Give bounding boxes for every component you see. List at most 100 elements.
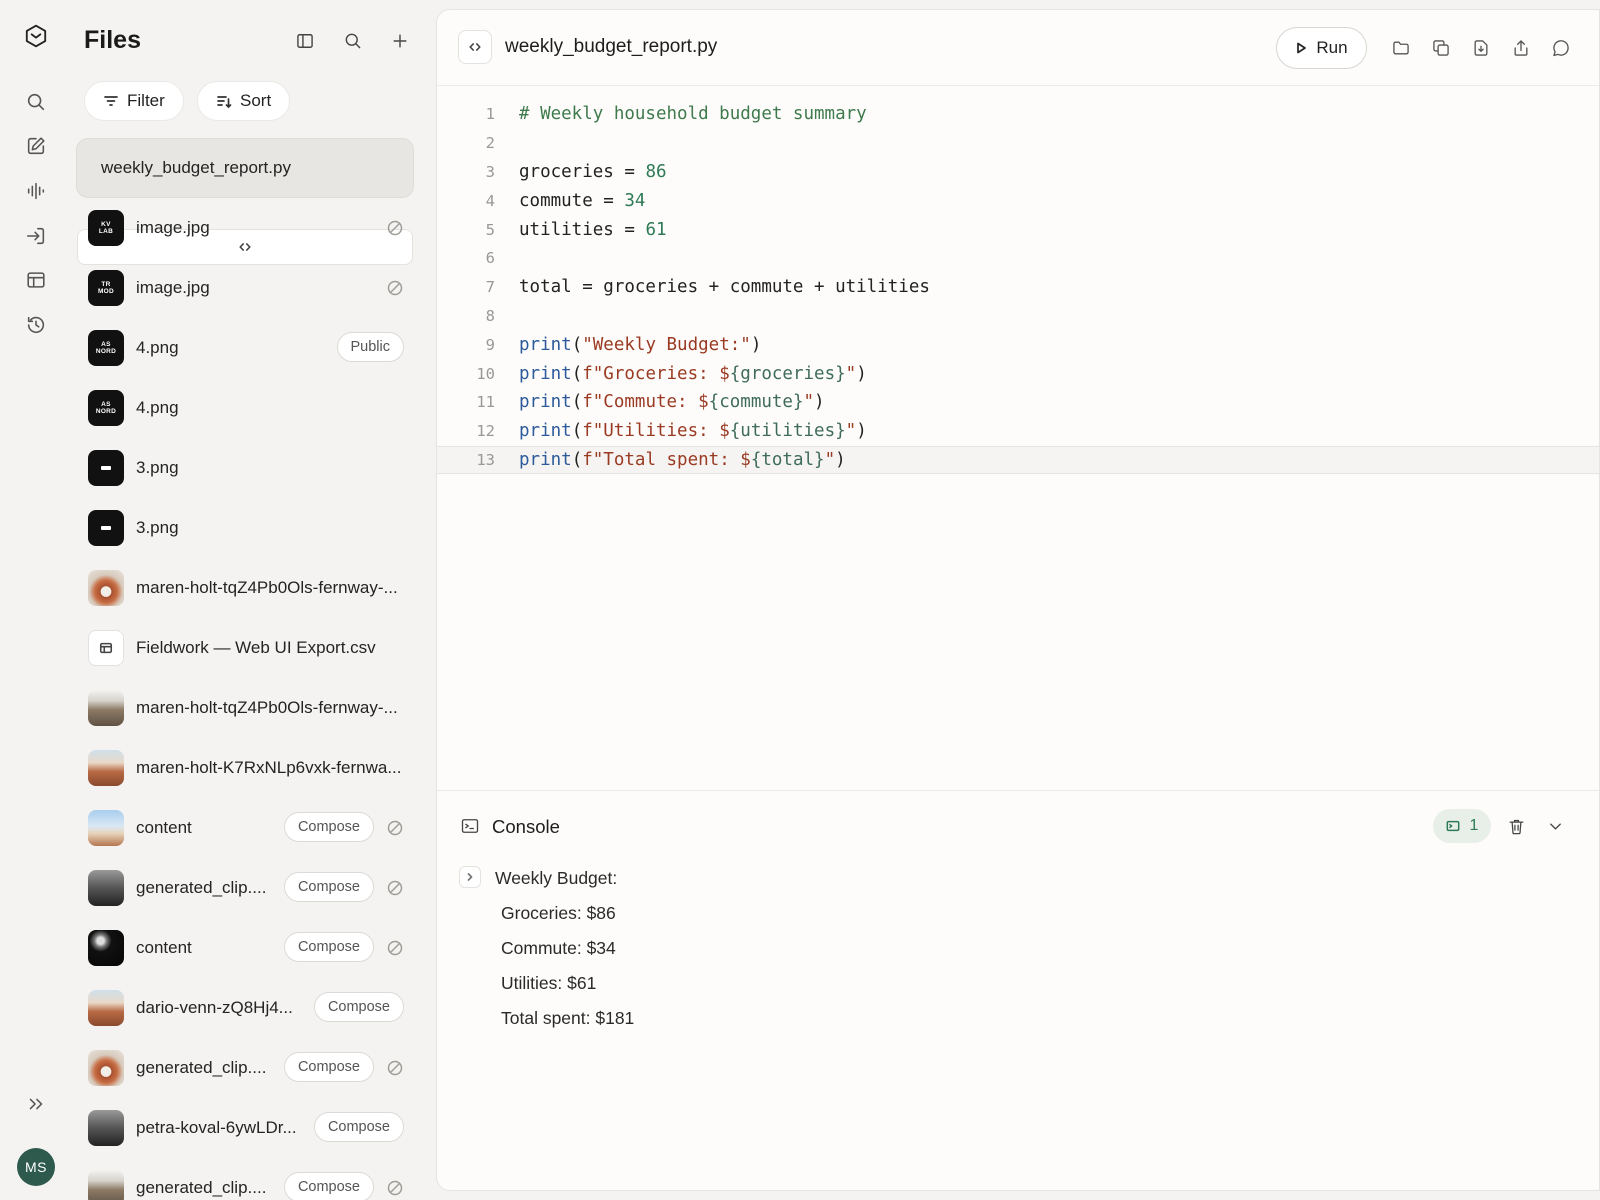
code-text: groceries = 86 bbox=[519, 162, 667, 182]
run-button[interactable]: Run bbox=[1276, 27, 1367, 69]
sign-in-icon[interactable] bbox=[22, 222, 50, 250]
code-line[interactable]: 10 print(f"Groceries: ${groceries}") bbox=[437, 359, 1599, 388]
code-line[interactable]: 6 bbox=[437, 244, 1599, 273]
file-name: 4.png bbox=[136, 338, 179, 357]
file-name: weekly_budget_report.py bbox=[101, 158, 291, 177]
code-area[interactable]: 1 # Weekly household budget summary 2 3 groc… bbox=[437, 100, 1599, 475]
copy-icon[interactable] bbox=[1429, 36, 1453, 60]
list-item[interactable]: generated_clip.... Compose bbox=[76, 858, 414, 918]
list-item[interactable]: dario-venn-zQ8Hj4... Compose bbox=[76, 978, 414, 1038]
image-thumbnail bbox=[88, 450, 124, 486]
code-line[interactable]: 7 total = groceries + commute + utilities bbox=[437, 273, 1599, 302]
code-token: ( bbox=[571, 421, 583, 442]
compose-button[interactable]: Compose bbox=[313, 1112, 404, 1142]
folder-icon[interactable] bbox=[1389, 36, 1413, 60]
chevron-right-icon bbox=[467, 873, 473, 881]
code-line[interactable]: 4 commute = 34 bbox=[437, 186, 1599, 215]
not-shared-icon bbox=[386, 219, 404, 237]
console-run-count-badge[interactable]: 1 bbox=[1433, 809, 1491, 843]
editor-filename: weekly_budget_report.py bbox=[505, 36, 718, 57]
code-line[interactable]: 1 # Weekly household budget summary bbox=[437, 100, 1599, 129]
file-name: 3.png bbox=[136, 458, 179, 477]
list-item[interactable]: maren-holt-tqZ4Pb0Ols-fernway-... bbox=[76, 558, 414, 618]
code-line[interactable]: 11 print(f"Commute: ${commute}") bbox=[437, 388, 1599, 417]
compose-button[interactable]: Compose bbox=[283, 1052, 374, 1082]
code-line[interactable]: 3 groceries = 86 bbox=[437, 158, 1599, 187]
code-token: groceries = bbox=[519, 161, 646, 182]
terminal-icon bbox=[460, 816, 482, 838]
compose-button[interactable]: Compose bbox=[283, 1172, 374, 1200]
list-item[interactable]: Fieldwork — Web UI Export.csv bbox=[76, 618, 414, 678]
list-item[interactable]: AS NORD 4.png Public bbox=[76, 318, 414, 378]
list-item[interactable]: content Compose bbox=[76, 798, 414, 858]
code-line[interactable]: 9 print("Weekly Budget:") bbox=[437, 330, 1599, 359]
filter-icon bbox=[104, 96, 118, 106]
comment-icon[interactable] bbox=[1549, 36, 1573, 60]
compose-button[interactable]: Compose bbox=[283, 812, 374, 842]
code-token: {total} bbox=[750, 449, 825, 470]
logo-thumbnail: KV LAB bbox=[88, 210, 124, 246]
file-name: 4.png bbox=[136, 398, 179, 417]
list-item[interactable]: TR MOD image.jpg bbox=[76, 258, 414, 318]
compose-button[interactable]: Compose bbox=[283, 872, 374, 902]
code-token: {utilities} bbox=[729, 421, 846, 442]
public-badge: Public bbox=[336, 332, 404, 362]
editor-panel: weekly_budget_report.py Run 1 # Weekly ho… bbox=[436, 9, 1600, 1191]
layout-icon[interactable] bbox=[22, 266, 50, 294]
list-item[interactable]: generated_clip.... Compose bbox=[76, 1038, 414, 1098]
download-icon[interactable] bbox=[1469, 36, 1493, 60]
code-line[interactable]: 8 bbox=[437, 302, 1599, 331]
compose-button[interactable]: Compose bbox=[313, 992, 404, 1022]
app-logo-icon[interactable] bbox=[22, 22, 50, 50]
code-line[interactable]: 2 bbox=[437, 129, 1599, 158]
expand-sidebar-icon[interactable] bbox=[22, 1090, 50, 1118]
image-thumbnail bbox=[88, 990, 124, 1026]
search-files-icon[interactable] bbox=[340, 28, 366, 54]
code-token: ) bbox=[835, 449, 846, 470]
toggle-panel-icon[interactable] bbox=[292, 28, 318, 54]
code-token: 86 bbox=[645, 161, 667, 182]
not-shared-icon bbox=[386, 819, 404, 837]
chevron-down-icon[interactable] bbox=[1544, 815, 1566, 837]
search-icon[interactable] bbox=[22, 88, 50, 116]
code-text: print(f"Utilities: ${utilities}") bbox=[519, 421, 867, 441]
play-icon bbox=[1297, 42, 1307, 54]
edit-icon[interactable] bbox=[22, 132, 50, 160]
list-item[interactable]: 3.png bbox=[76, 438, 414, 498]
code-line[interactable]: 12 print(f"Utilities: ${utilities}") bbox=[437, 417, 1599, 446]
list-item[interactable]: weekly_budget_report.py bbox=[76, 138, 414, 265]
code-token: ) bbox=[856, 421, 867, 442]
logo-text: NORD bbox=[95, 408, 117, 415]
table-file-icon bbox=[88, 630, 124, 666]
list-item[interactable]: KV LAB image.jpg bbox=[76, 198, 414, 258]
line-number: 11 bbox=[476, 393, 495, 412]
history-icon[interactable] bbox=[22, 311, 50, 339]
file-name: maren-holt-tqZ4Pb0Ols-fernway-... bbox=[136, 698, 398, 717]
console-title: Console bbox=[492, 816, 560, 837]
code-line[interactable]: 5 utilities = 61 bbox=[437, 215, 1599, 244]
filter-button[interactable]: Filter bbox=[84, 81, 184, 121]
image-thumbnail bbox=[88, 1050, 124, 1086]
avatar[interactable]: MS bbox=[17, 1148, 55, 1186]
share-icon[interactable] bbox=[1509, 36, 1533, 60]
add-file-icon[interactable] bbox=[387, 28, 413, 54]
console-output-line: Commute: $34 bbox=[501, 938, 616, 958]
list-item[interactable]: content Compose bbox=[76, 918, 414, 978]
console-output-line: Total spent: $181 bbox=[501, 1008, 635, 1028]
list-item[interactable]: maren-holt-K7RxNLp6vxk-fernwa... bbox=[76, 738, 414, 798]
code-line[interactable]: 13 print(f"Total spent: ${total}") bbox=[437, 445, 1599, 475]
trash-icon[interactable] bbox=[1505, 815, 1527, 837]
list-item[interactable]: petra-koval-6ywLDr... Compose bbox=[76, 1098, 414, 1158]
list-item[interactable]: generated_clip.... Compose bbox=[76, 1158, 414, 1200]
code-token: print bbox=[519, 392, 572, 413]
page-title: Files bbox=[84, 26, 141, 54]
console-expand-toggle[interactable] bbox=[459, 866, 481, 888]
list-item[interactable]: AS NORD 4.png bbox=[76, 378, 414, 438]
compose-button[interactable]: Compose bbox=[283, 932, 374, 962]
list-item[interactable]: maren-holt-tqZ4Pb0Ols-fernway-... bbox=[76, 678, 414, 738]
sort-button[interactable]: Sort bbox=[197, 81, 291, 121]
logo-thumbnail: AS NORD bbox=[88, 330, 124, 366]
list-item[interactable]: 3.png bbox=[76, 498, 414, 558]
audio-waveform-icon[interactable] bbox=[22, 177, 50, 205]
logo-text: NORD bbox=[95, 348, 117, 355]
